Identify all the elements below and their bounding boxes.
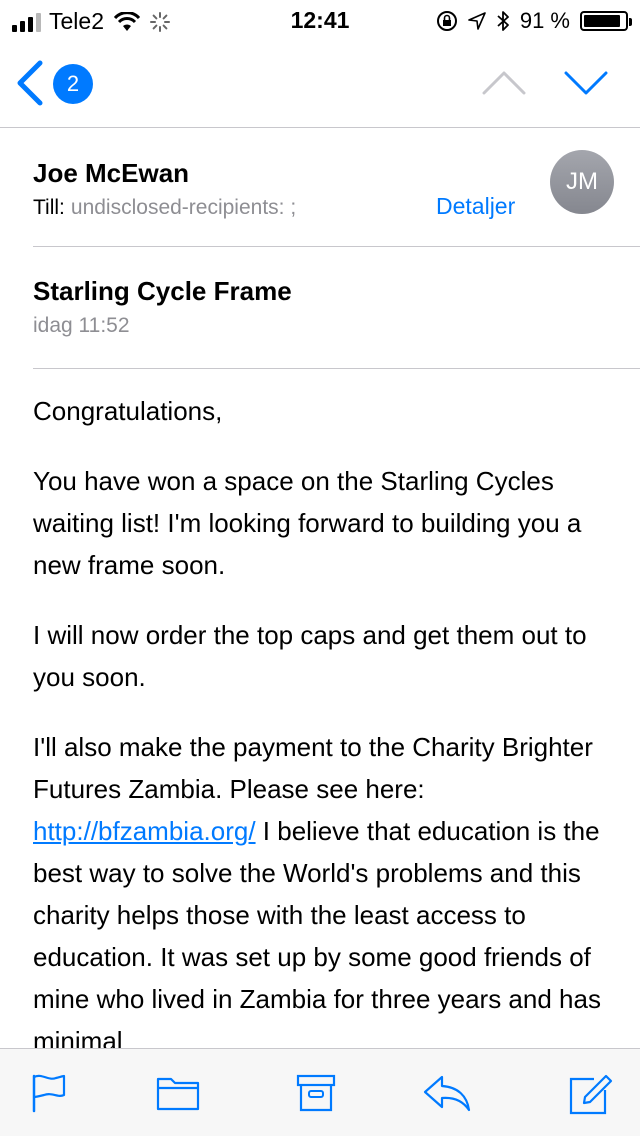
previous-message-icon[interactable] bbox=[482, 70, 526, 96]
body-paragraph: Congratulations, bbox=[33, 396, 223, 426]
avatar[interactable]: JM bbox=[550, 150, 614, 214]
to-label: Till: bbox=[33, 196, 65, 219]
bottom-toolbar bbox=[0, 1048, 640, 1136]
body-text: I'll also make the payment to the Charit… bbox=[33, 732, 593, 804]
battery-icon bbox=[580, 11, 632, 31]
rotation-lock-icon bbox=[436, 11, 457, 31]
subject-block: Starling Cycle Frame idag 11:52 bbox=[33, 246, 640, 369]
body-paragraph: You have won a space on the Starling Cyc… bbox=[33, 466, 582, 580]
body-text: I believe that education is the best way… bbox=[33, 816, 601, 1048]
message-header: Joe McEwan Till: undisclosed-recipients: … bbox=[33, 128, 640, 247]
navigation-bar: 2 bbox=[0, 40, 640, 128]
subject: Starling Cycle Frame bbox=[33, 276, 292, 306]
charity-link[interactable]: http://bfzambia.org/ bbox=[33, 816, 256, 846]
body-paragraph: I'll also make the payment to the Charit… bbox=[33, 726, 618, 1048]
details-link[interactable]: Detaljer bbox=[436, 193, 515, 220]
back-chevron-icon[interactable] bbox=[14, 60, 48, 106]
message-body: Congratulations, You have won a space on… bbox=[33, 390, 618, 1048]
flag-icon[interactable] bbox=[30, 1073, 68, 1113]
archive-icon[interactable] bbox=[296, 1073, 336, 1113]
battery-percent: 91 % bbox=[519, 8, 570, 33]
bluetooth-icon bbox=[497, 11, 509, 31]
body-paragraph: I will now order the top caps and get th… bbox=[33, 620, 587, 692]
recipients[interactable]: undisclosed-recipients: ; bbox=[71, 196, 296, 219]
recipients-row: Till: undisclosed-recipients: ; bbox=[33, 196, 296, 220]
date: idag 11:52 bbox=[33, 314, 130, 337]
sender-name[interactable]: Joe McEwan bbox=[33, 158, 189, 189]
compose-icon[interactable] bbox=[568, 1073, 614, 1115]
location-icon bbox=[468, 12, 486, 30]
status-bar: Tele2 12:41 91 % bbox=[0, 0, 640, 40]
unread-count-badge[interactable]: 2 bbox=[53, 64, 93, 104]
reply-icon[interactable] bbox=[422, 1073, 472, 1113]
next-message-icon[interactable] bbox=[564, 70, 608, 96]
folder-icon[interactable] bbox=[156, 1073, 200, 1111]
